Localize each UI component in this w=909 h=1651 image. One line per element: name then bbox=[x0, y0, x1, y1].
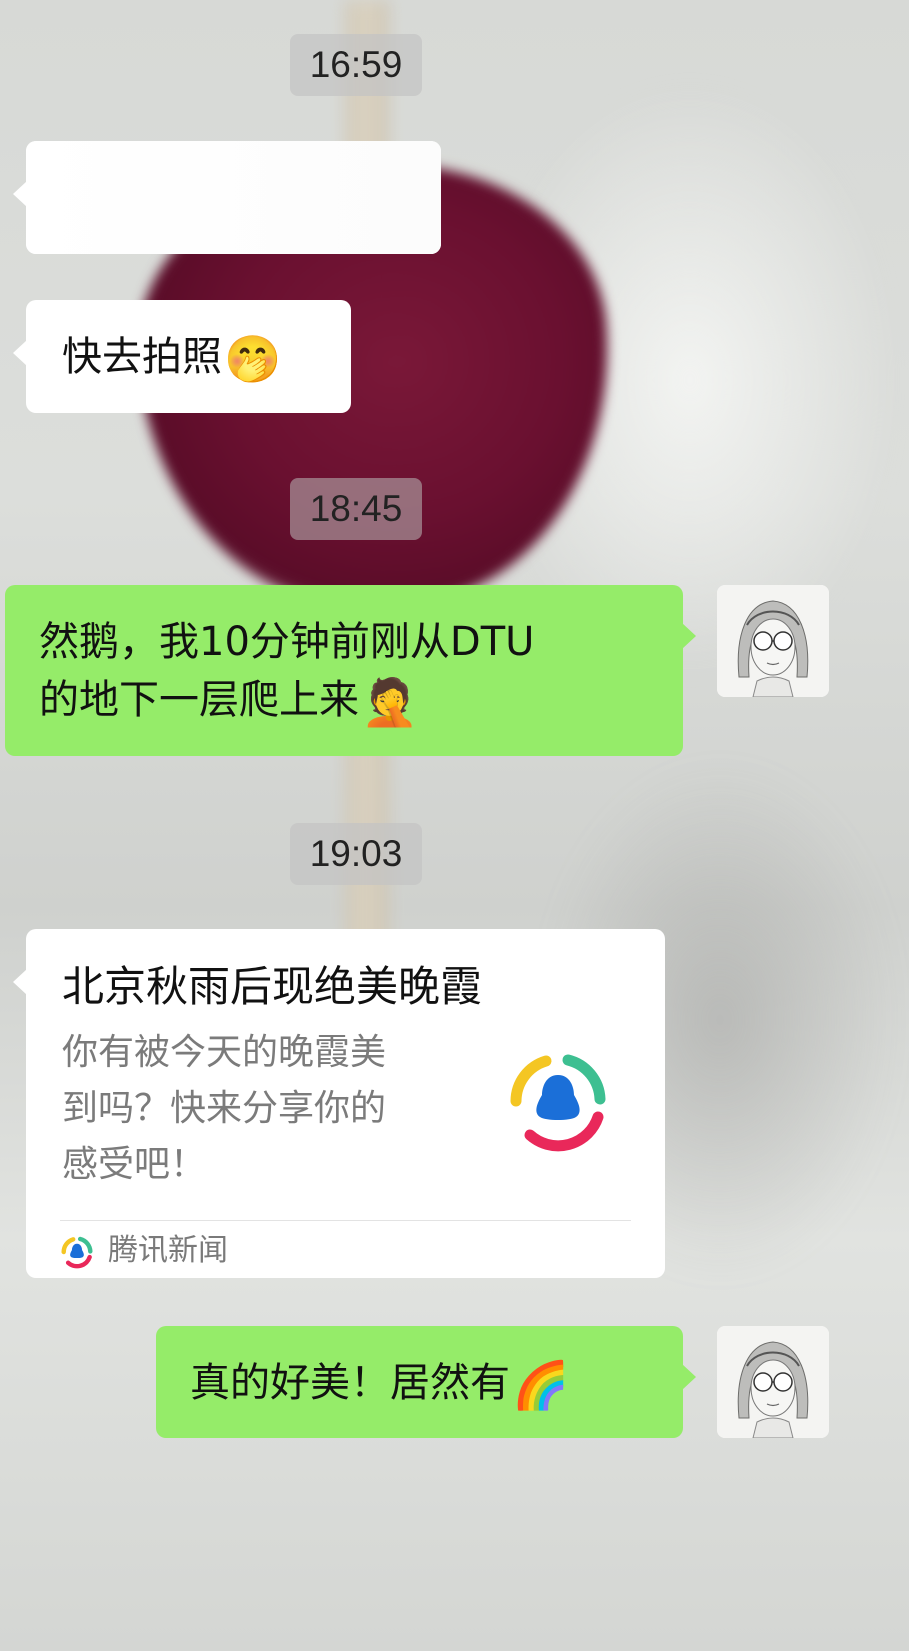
avatar[interactable] bbox=[717, 1326, 829, 1438]
sent-message-line-1: 然鹅，我10分钟前刚从DTU bbox=[39, 619, 535, 665]
timestamp-3: 19:03 bbox=[290, 823, 422, 885]
sent-message-bubble-2[interactable]: 真的好美！居然有🌈 bbox=[156, 1326, 696, 1438]
sent-message-line-2-text: 的地下一层爬上来 bbox=[39, 677, 359, 723]
tencent-news-logo-icon bbox=[510, 1054, 606, 1152]
redacted-message-bubble[interactable] bbox=[13, 141, 441, 254]
sent-message-bubble-1[interactable]: 然鹅，我10分钟前刚从DTU 的地下一层爬上来🤦 bbox=[5, 585, 696, 756]
sketch-girl-avatar-icon bbox=[717, 1326, 829, 1438]
tencent-news-small-logo-icon bbox=[61, 1236, 93, 1269]
news-card-desc-line-3: 感受吧！ bbox=[62, 1144, 207, 1185]
sketch-girl-avatar-icon bbox=[717, 585, 829, 697]
news-card-divider bbox=[60, 1220, 631, 1221]
face-with-hand-over-mouth-icon: 🤭 bbox=[224, 331, 282, 386]
timestamp-1: 16:59 bbox=[290, 34, 422, 96]
received-message-text: 快去拍照 bbox=[62, 334, 222, 380]
news-card-description: 你有被今天的晚霞美 到吗？快来分享你的 感受吧！ bbox=[62, 1025, 452, 1193]
news-link-card[interactable]: 北京秋雨后现绝美晚霞 你有被今天的晚霞美 到吗？快来分享你的 感受吧！ 腾讯新闻 bbox=[13, 929, 665, 1278]
news-card-desc-line-2: 到吗？快来分享你的 bbox=[62, 1088, 387, 1129]
redacted-message-content bbox=[26, 141, 441, 254]
news-card-desc-line-1: 你有被今天的晚霞美 bbox=[62, 1032, 387, 1073]
rainbow-icon: 🌈 bbox=[512, 1357, 570, 1412]
chat-screen: 16:59 快去拍照🤭 18:45 然鹅，我10分钟前刚从DTU 的地下一层爬上… bbox=[0, 0, 909, 1651]
received-message-bubble[interactable]: 快去拍照🤭 bbox=[13, 300, 351, 413]
news-card-title: 北京秋雨后现绝美晚霞 bbox=[62, 962, 483, 1011]
avatar[interactable] bbox=[717, 585, 829, 697]
sent-message-line-2: 的地下一层爬上来🤦 bbox=[39, 671, 683, 731]
sent-message-2-text: 真的好美！居然有 bbox=[190, 1360, 510, 1406]
news-card-source: 腾讯新闻 bbox=[108, 1233, 228, 1268]
facepalm-icon: 🤦 bbox=[361, 675, 419, 729]
timestamp-2: 18:45 bbox=[290, 478, 422, 540]
